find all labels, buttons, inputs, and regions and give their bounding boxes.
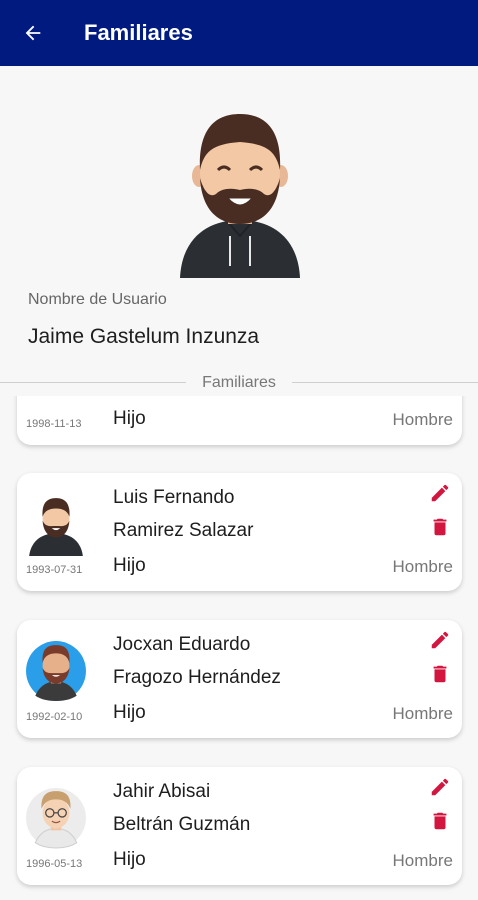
section-divider-left — [0, 382, 186, 383]
arrow-left-icon — [25, 25, 41, 41]
edit-button[interactable] — [428, 481, 452, 505]
trash-icon — [433, 665, 447, 683]
delete-button[interactable] — [428, 662, 452, 686]
gender: Hombre — [392, 704, 453, 723]
edit-button[interactable] — [428, 775, 452, 799]
relationship: Hijo — [113, 555, 146, 576]
family-card[interactable]: 1993-07-31 Luis Fernando Ramirez Salazar… — [17, 473, 462, 591]
gender: Hombre — [392, 851, 453, 870]
delete-button[interactable] — [428, 809, 452, 833]
birthdate: 1996-05-13 — [26, 858, 83, 870]
gender: Hombre — [392, 557, 453, 576]
member-first-name: Jocxan Eduardo — [113, 634, 251, 655]
birthdate: 1992-02-10 — [26, 711, 83, 723]
member-last-name: Fragozo Hernández — [113, 667, 281, 688]
pencil-icon — [431, 778, 449, 796]
section-label: Familiares — [202, 374, 276, 391]
member-avatar — [26, 641, 86, 701]
trash-icon — [433, 518, 447, 536]
username-value: Jaime Gastelum Inzunza — [28, 325, 260, 348]
birthdate: 1993-07-31 — [26, 564, 83, 576]
relationship: Hijo — [113, 849, 146, 870]
family-card[interactable]: 1992-02-10 Jocxan Eduardo Fragozo Hernán… — [17, 620, 462, 738]
birthdate: 1998-11-13 — [26, 418, 82, 430]
trash-icon — [433, 812, 447, 830]
family-card[interactable]: 1998-11-13 Hijo Hombre — [17, 396, 462, 445]
member-first-name: Jahir Abisai — [113, 781, 211, 802]
relationship: Hijo — [113, 408, 146, 429]
member-last-name: Beltrán Guzmán — [113, 814, 251, 835]
family-card[interactable]: 1996-05-13 Jahir Abisai Beltrán Guzmán H… — [17, 767, 462, 885]
username-label: Nombre de Usuario — [28, 291, 167, 308]
member-avatar — [26, 788, 86, 849]
back-button[interactable] — [0, 0, 66, 66]
edit-button[interactable] — [428, 628, 452, 652]
app-bar: Familiares — [0, 0, 478, 66]
profile-avatar — [180, 114, 300, 278]
section-divider-right — [292, 382, 478, 383]
pencil-icon — [431, 484, 449, 502]
member-first-name: Luis Fernando — [113, 487, 235, 508]
page-title: Familiares — [84, 20, 193, 45]
pencil-icon — [431, 631, 449, 649]
delete-button[interactable] — [428, 515, 452, 539]
gender: Hombre — [392, 410, 453, 429]
relationship: Hijo — [113, 702, 146, 723]
member-last-name: Ramirez Salazar — [113, 520, 254, 541]
family-list[interactable]: 1998-11-13 Hijo Hombre 1993-07-31 Luis F… — [0, 396, 478, 900]
member-avatar — [29, 498, 83, 556]
